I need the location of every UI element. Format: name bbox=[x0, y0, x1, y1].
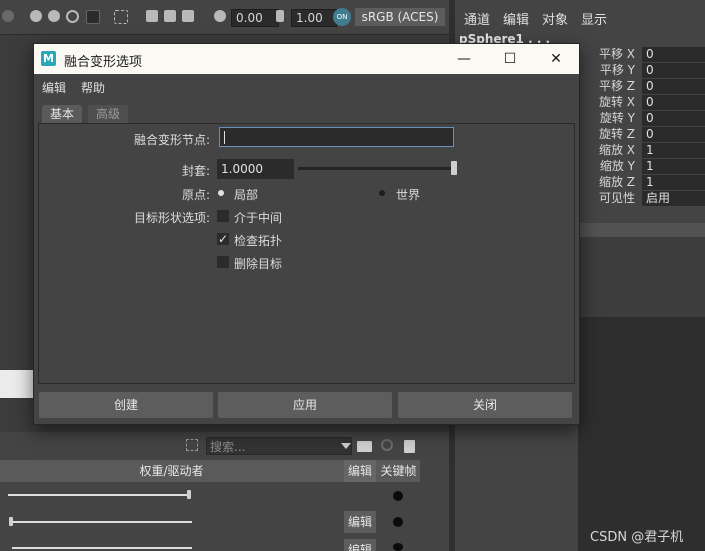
origin-world-label[interactable]: 世界 bbox=[396, 186, 420, 203]
text-cursor bbox=[224, 131, 225, 144]
envelope-slider-handle[interactable] bbox=[451, 161, 457, 175]
dialog-titlebar[interactable]: M 融合变形选项 — ☐ ✕ bbox=[34, 44, 579, 74]
watermark: CSDN @君子机 bbox=[590, 530, 684, 545]
delete-targets-checkbox[interactable] bbox=[217, 256, 229, 268]
keyframe-dot[interactable] bbox=[393, 517, 403, 527]
channel-box-divider bbox=[578, 223, 705, 237]
xray-active-icon[interactable] bbox=[182, 10, 194, 22]
in-between-checkbox[interactable] bbox=[217, 210, 229, 222]
envelope-label: 封套: bbox=[181, 164, 210, 178]
maya-logo-icon: M bbox=[41, 51, 56, 66]
channel-box-inputs bbox=[578, 237, 705, 317]
target-options-label: 目标形状选项: bbox=[133, 211, 210, 225]
shading-icon[interactable] bbox=[2, 10, 14, 22]
channel-row-rotate-y[interactable]: 旋转 Y0 bbox=[580, 111, 705, 126]
channel-row-rotate-x[interactable]: 旋转 X0 bbox=[580, 95, 705, 110]
weight-slider-track[interactable] bbox=[12, 547, 192, 549]
xray-joints-icon[interactable] bbox=[164, 10, 176, 22]
tab-advanced[interactable]: 高级 bbox=[88, 105, 129, 123]
blend-node-input[interactable] bbox=[219, 127, 454, 147]
isolate-select-icon[interactable] bbox=[114, 10, 128, 24]
origin-world-radio[interactable] bbox=[379, 190, 385, 196]
keyframe-dot[interactable] bbox=[393, 491, 403, 501]
folder-add-icon[interactable] bbox=[357, 441, 372, 452]
color-management-icon[interactable]: ON bbox=[333, 8, 351, 26]
minimize-button[interactable]: — bbox=[441, 44, 487, 74]
origin-label: 原点: bbox=[181, 188, 210, 202]
channel-row-rotate-z[interactable]: 旋转 Z0 bbox=[580, 127, 705, 142]
channel-row-scale-x[interactable]: 缩放 X1 bbox=[580, 143, 705, 158]
ambient-occlusion-icon[interactable] bbox=[66, 10, 79, 23]
chevron-down-icon[interactable] bbox=[341, 443, 351, 449]
blend-shape-options-dialog: M 融合变形选项 — ☐ ✕ 编辑 帮助 基本 高级 融合变形节点: 封套: 1… bbox=[33, 43, 580, 425]
channel-row-translate-y[interactable]: 平移 Y0 bbox=[580, 63, 705, 78]
dialog-menubar: 编辑 帮助 bbox=[34, 74, 579, 98]
viewport-object bbox=[0, 370, 33, 398]
create-button[interactable]: 创建 bbox=[39, 392, 213, 418]
origin-local-label[interactable]: 局部 bbox=[234, 186, 258, 203]
maximize-button[interactable]: ☐ bbox=[487, 44, 533, 74]
weight-slider-handle[interactable] bbox=[187, 490, 191, 499]
check-topology-label[interactable]: 检查拓扑 bbox=[234, 232, 282, 249]
layer-editor bbox=[578, 317, 705, 551]
dialog-menu-edit[interactable]: 编辑 bbox=[42, 79, 66, 96]
in-between-label[interactable]: 介于中间 bbox=[234, 209, 282, 226]
exposure-icon[interactable] bbox=[214, 10, 226, 22]
sphere-lit-icon[interactable] bbox=[30, 10, 42, 22]
xray-icon[interactable] bbox=[146, 10, 158, 22]
weight-slider-track[interactable] bbox=[12, 521, 192, 523]
gamma-icon[interactable] bbox=[276, 10, 284, 22]
channel-row-scale-y[interactable]: 缩放 Y1 bbox=[580, 159, 705, 174]
channel-menu-edit[interactable]: 编辑 bbox=[503, 9, 529, 28]
channel-row-visibility[interactable]: 可见性 启用 bbox=[580, 191, 705, 206]
dialog-content bbox=[38, 123, 575, 384]
dialog-title: 融合变形选项 bbox=[64, 55, 143, 70]
dialog-tabs: 基本 高级 bbox=[38, 103, 575, 123]
search-input[interactable]: 搜索... bbox=[206, 437, 352, 455]
channel-row-translate-x[interactable]: 平移 X0 bbox=[580, 47, 705, 62]
apply-button[interactable]: 应用 bbox=[218, 392, 392, 418]
viewport-toolbar: 0.00 1.00 ON sRGB (ACES) bbox=[0, 0, 449, 35]
keyframe-dot[interactable] bbox=[393, 543, 403, 551]
color-space-field[interactable]: sRGB (ACES) bbox=[355, 8, 445, 26]
frame-icon[interactable] bbox=[186, 439, 198, 451]
trash-icon[interactable] bbox=[404, 440, 415, 453]
envelope-slider-track[interactable] bbox=[298, 167, 456, 170]
dialog-menu-help[interactable]: 帮助 bbox=[81, 79, 105, 96]
node-label: 融合变形节点: bbox=[133, 133, 210, 147]
gamma-field[interactable]: 1.00 bbox=[291, 9, 337, 27]
exposure-field[interactable]: 0.00 bbox=[231, 9, 279, 27]
refresh-icon[interactable] bbox=[381, 439, 393, 451]
column-edit[interactable]: 编辑 bbox=[344, 460, 376, 482]
check-topology-checkbox[interactable]: ✓ bbox=[217, 233, 229, 245]
channel-row-translate-z[interactable]: 平移 Z0 bbox=[580, 79, 705, 94]
close-window-button[interactable]: ✕ bbox=[533, 44, 579, 74]
origin-local-radio[interactable] bbox=[218, 190, 224, 196]
column-key[interactable]: 关键帧 bbox=[377, 460, 420, 482]
channel-menu-show[interactable]: 显示 bbox=[581, 9, 607, 28]
shape-editor-header: 权重/驱动者 编辑 关键帧 bbox=[0, 460, 420, 482]
column-weight[interactable]: 权重/驱动者 bbox=[0, 460, 343, 482]
motion-blur-icon[interactable] bbox=[86, 10, 100, 24]
sphere-shadow-icon[interactable] bbox=[48, 10, 60, 22]
edit-button[interactable]: 编辑 bbox=[344, 539, 376, 551]
envelope-input[interactable]: 1.0000 bbox=[217, 159, 294, 179]
channel-row-scale-z[interactable]: 缩放 Z1 bbox=[580, 175, 705, 190]
edit-button[interactable]: 编辑 bbox=[344, 511, 376, 533]
weight-slider-track[interactable] bbox=[8, 494, 190, 496]
channel-menu-object[interactable]: 对象 bbox=[542, 9, 568, 28]
tab-basic[interactable]: 基本 bbox=[42, 105, 83, 123]
channel-menu-channels[interactable]: 通道 bbox=[464, 9, 490, 28]
delete-targets-label[interactable]: 删除目标 bbox=[234, 255, 282, 272]
close-button[interactable]: 关闭 bbox=[398, 392, 572, 418]
